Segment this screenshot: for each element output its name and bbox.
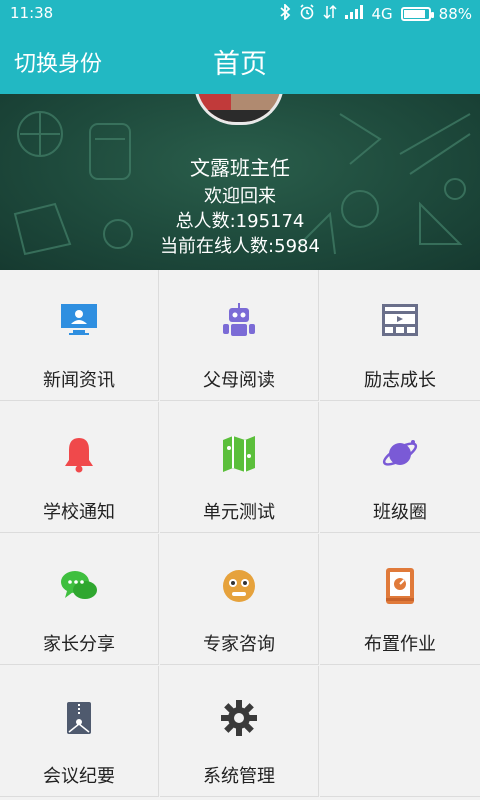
video-panel-icon	[320, 302, 480, 342]
menu-item-assign-homework[interactable]: 布置作业	[320, 534, 480, 665]
chat-icon	[0, 566, 158, 606]
menu-item-news[interactable]: 新闻资讯	[0, 270, 159, 401]
menu-item-school-notice[interactable]: 学校通知	[0, 402, 159, 533]
user-name: 文露班主任	[190, 156, 290, 180]
signal-icon	[345, 5, 364, 23]
menu-label: 家长分享	[43, 634, 115, 655]
status-bar: 11:38 4G 88%	[0, 0, 480, 26]
status-time: 11:38	[10, 4, 54, 22]
menu-label: 新闻资讯	[43, 370, 115, 391]
profile-banner: 文露班主任 欢迎回来 总人数:195174 当前在线人数:5984	[0, 94, 480, 270]
book-icon	[320, 566, 480, 606]
menu-item-growth[interactable]: 励志成长	[320, 270, 480, 401]
menu-label: 系统管理	[203, 766, 275, 787]
menu-item-parent-reading[interactable]: 父母阅读	[160, 270, 319, 401]
battery-icon	[400, 7, 434, 21]
empty-cell	[320, 666, 480, 797]
menu-label: 父母阅读	[203, 370, 275, 391]
page-title: 首页	[213, 49, 267, 80]
menu-item-meeting-notes[interactable]: 会议纪要	[0, 666, 159, 797]
menu-label: 学校通知	[43, 502, 115, 523]
alarm-icon	[299, 4, 315, 24]
face-icon	[160, 566, 318, 606]
data-transfer-icon	[323, 4, 338, 24]
bell-icon	[0, 434, 158, 474]
map-icon	[160, 434, 318, 474]
menu-label: 专家咨询	[203, 634, 275, 655]
title-bar: 切换身份 首页	[0, 26, 480, 94]
menu-item-unit-test[interactable]: 单元测试	[160, 402, 319, 533]
menu-item-parent-share[interactable]: 家长分享	[0, 534, 159, 665]
status-icons: 4G 88%	[279, 2, 472, 24]
monitor-icon	[0, 302, 158, 342]
online-users: 当前在线人数:5984	[160, 236, 320, 257]
battery-percent: 88%	[438, 5, 472, 23]
menu-label: 会议纪要	[43, 766, 115, 787]
menu-label: 励志成长	[364, 370, 436, 391]
file-bag-icon	[0, 698, 158, 738]
gear-icon	[160, 698, 318, 738]
robot-icon	[160, 302, 318, 342]
menu-item-class-circle[interactable]: 班级圈	[320, 402, 480, 533]
avatar[interactable]	[194, 94, 284, 125]
menu-grid: 新闻资讯 父母阅读 励志成长 学校通知 单元测试 班级圈 家长分享 专家咨询 布…	[0, 270, 480, 800]
menu-label: 班级圈	[373, 502, 427, 523]
planet-icon	[320, 434, 480, 474]
menu-item-system-admin[interactable]: 系统管理	[160, 666, 319, 797]
welcome-text: 欢迎回来	[204, 186, 276, 207]
total-users: 总人数:195174	[175, 211, 305, 232]
menu-label: 布置作业	[364, 634, 436, 655]
bluetooth-icon	[279, 2, 291, 24]
menu-item-expert-consult[interactable]: 专家咨询	[160, 534, 319, 665]
menu-label: 单元测试	[203, 502, 275, 523]
network-type: 4G	[371, 5, 393, 23]
